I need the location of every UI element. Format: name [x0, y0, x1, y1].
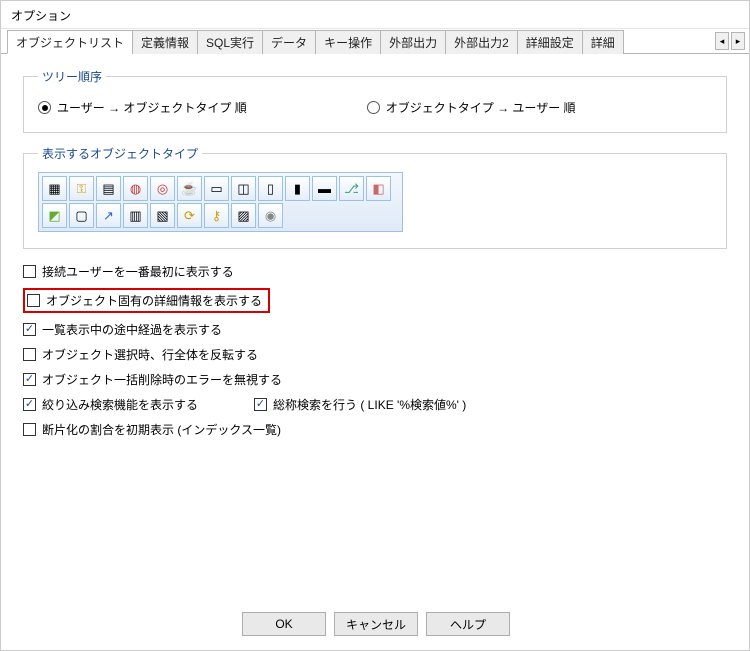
checkbox-icon: [23, 423, 36, 436]
tab-detail[interactable]: 詳細: [582, 30, 624, 54]
calendar-icon[interactable]: ▤: [96, 176, 121, 201]
refresh-icon[interactable]: ⟳: [177, 203, 202, 228]
radio-label: ユーザー → オブジェクトタイプ 順: [57, 99, 247, 116]
tab-scroll-left[interactable]: ◂: [715, 32, 729, 50]
check-row-pair: ✓ 絞り込み検索機能を表示する ✓ 総称検索を行う ( LIKE '%検索値%'…: [23, 396, 727, 413]
group-tree-order-legend: ツリー順序: [38, 68, 106, 85]
sql-icon[interactable]: ◫: [231, 176, 256, 201]
table-icon[interactable]: ▥: [123, 203, 148, 228]
check-label: 一覧表示中の途中経過を表示する: [42, 321, 222, 338]
db2-icon[interactable]: ◎: [150, 176, 175, 201]
cup-icon[interactable]: ☕: [177, 176, 202, 201]
tab-sql-exec[interactable]: SQL実行: [197, 30, 263, 54]
check-label: オブジェクト一括削除時のエラーを無視する: [42, 371, 282, 388]
check-show-progress[interactable]: ✓ 一覧表示中の途中経過を表示する: [23, 321, 727, 338]
panel: ツリー順序 ユーザー → オブジェクトタイプ 順 オブジェクトタイプ → ユーザ…: [1, 54, 749, 448]
help-button[interactable]: ヘルプ: [426, 612, 510, 636]
checkbox-icon: ✓: [23, 323, 36, 336]
thumb-icon[interactable]: ◩: [42, 203, 67, 228]
checkbox-icon: [23, 265, 36, 278]
branch-icon[interactable]: ⎇: [339, 176, 364, 201]
tab-data[interactable]: データ: [262, 30, 316, 54]
form-icon[interactable]: ▯: [258, 176, 283, 201]
object-type-toolbar: ▦ ⚿ ▤ ◍ ◎ ☕ ▭ ◫ ▯ ▮ ▬ ⎇ ◧ ◩ ▢ ↗ ▥ ▧ ⟳ ⚷ …: [38, 172, 403, 232]
radio-objtype-user[interactable]: オブジェクトタイプ → ユーザー 順: [367, 99, 576, 116]
check-ignore-delete-error[interactable]: ✓ オブジェクト一括削除時のエラーを無視する: [23, 371, 727, 388]
window-title: オプション: [1, 1, 749, 29]
grid-icon[interactable]: ▦: [42, 176, 67, 201]
checkbox-list: 接続ユーザーを一番最初に表示する オブジェクト固有の詳細情報を表示する ✓ 一覧…: [23, 263, 727, 438]
check-label: 断片化の割合を初期表示 (インデックス一覧): [42, 421, 281, 438]
checkbox-icon: ✓: [23, 373, 36, 386]
group-object-types-legend: 表示するオブジェクトタイプ: [38, 145, 202, 162]
shortcut-icon[interactable]: ↗: [96, 203, 121, 228]
key2-icon[interactable]: ⚷: [204, 203, 229, 228]
tab-scroll-right[interactable]: ▸: [731, 32, 745, 50]
check-label: オブジェクト固有の詳細情報を表示する: [46, 292, 262, 309]
key-icon[interactable]: ⚿: [69, 176, 94, 201]
tab-export2[interactable]: 外部出力2: [445, 30, 518, 54]
checkbox-icon: ✓: [23, 398, 36, 411]
sheet-icon[interactable]: ▧: [150, 203, 175, 228]
form3-icon[interactable]: ▬: [312, 176, 337, 201]
tab-detail-settings[interactable]: 詳細設定: [517, 30, 583, 54]
check-invert-row[interactable]: オブジェクト選択時、行全体を反転する: [23, 346, 727, 363]
check-object-detail-info[interactable]: オブジェクト固有の詳細情報を表示する: [27, 292, 262, 309]
radio-dot-icon: [367, 101, 380, 114]
group-tree-order: ツリー順序 ユーザー → オブジェクトタイプ 順 オブジェクトタイプ → ユーザ…: [23, 68, 727, 133]
tab-bar: オブジェクトリスト 定義情報 SQL実行 データ キー操作 外部出力 外部出力2…: [1, 29, 749, 54]
checkbox-icon: [27, 294, 40, 307]
radio-user-objtype[interactable]: ユーザー → オブジェクトタイプ 順: [38, 99, 247, 116]
radio-row: ユーザー → オブジェクトタイプ 順 オブジェクトタイプ → ユーザー 順: [38, 95, 712, 116]
info-icon[interactable]: ◉: [258, 203, 283, 228]
check-conn-user-first[interactable]: 接続ユーザーを一番最初に表示する: [23, 263, 727, 280]
radio-label: オブジェクトタイプ → ユーザー 順: [386, 99, 576, 116]
tab-export1[interactable]: 外部出力: [380, 30, 446, 54]
tab-definition[interactable]: 定義情報: [132, 30, 198, 54]
form2-icon[interactable]: ▮: [285, 176, 310, 201]
check-label: 接続ユーザーを一番最初に表示する: [42, 263, 234, 280]
tab-key-ops[interactable]: キー操作: [315, 30, 381, 54]
radio-dot-icon: [38, 101, 51, 114]
cancel-button[interactable]: キャンセル: [334, 612, 418, 636]
check-label: 絞り込み検索機能を表示する: [42, 396, 198, 413]
highlighted-option: オブジェクト固有の詳細情報を表示する: [23, 288, 270, 313]
col-icon[interactable]: ▨: [231, 203, 256, 228]
check-label: オブジェクト選択時、行全体を反転する: [42, 346, 258, 363]
window-icon[interactable]: ▭: [204, 176, 229, 201]
db1-icon[interactable]: ◍: [123, 176, 148, 201]
checkbox-icon: [23, 348, 36, 361]
check-label: 総称検索を行う ( LIKE '%検索値%' ): [273, 396, 466, 413]
xml-icon[interactable]: ◧: [366, 176, 391, 201]
button-bar: OK キャンセル ヘルプ: [1, 612, 750, 636]
tab-object-list[interactable]: オブジェクトリスト: [7, 30, 133, 54]
check-wildcard-search[interactable]: ✓ 総称検索を行う ( LIKE '%検索値%' ): [254, 396, 466, 413]
group-object-types: 表示するオブジェクトタイプ ▦ ⚿ ▤ ◍ ◎ ☕ ▭ ◫ ▯ ▮ ▬ ⎇ ◧ …: [23, 145, 727, 249]
ok-button[interactable]: OK: [242, 612, 326, 636]
checkbox-icon: ✓: [254, 398, 267, 411]
check-filter-search[interactable]: ✓ 絞り込み検索機能を表示する: [23, 396, 198, 413]
note-icon[interactable]: ▢: [69, 203, 94, 228]
check-fragmentation[interactable]: 断片化の割合を初期表示 (インデックス一覧): [23, 421, 727, 438]
